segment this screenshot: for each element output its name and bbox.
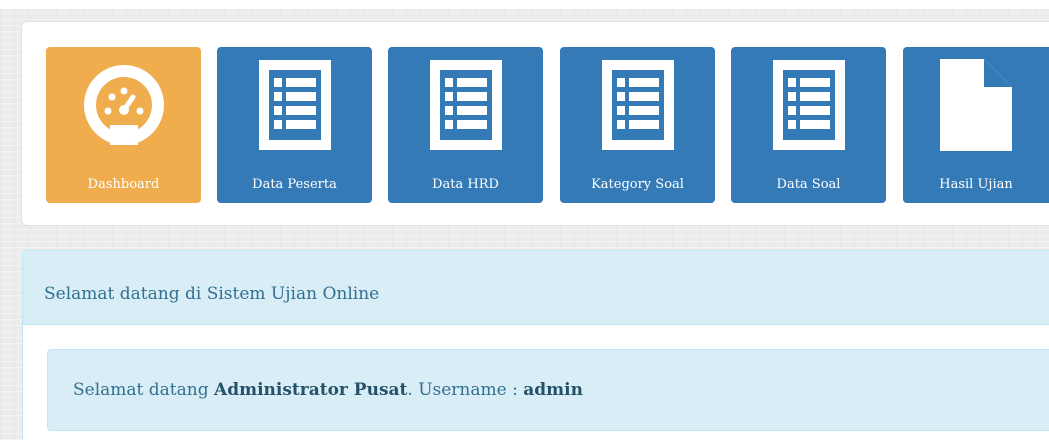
tile-label: Hasil Ujian xyxy=(939,177,1013,192)
tile-hasil-ujian[interactable]: Hasil Ujian xyxy=(903,47,1049,203)
welcome-message: Selamat datang Administrator Pusat. User… xyxy=(73,379,583,401)
top-strip xyxy=(0,0,1049,9)
list-icon xyxy=(731,55,886,155)
welcome-middle: . Username : xyxy=(407,380,524,400)
welcome-alert: Selamat datang Administrator Pusat. User… xyxy=(47,349,1049,431)
welcome-panel-heading: Selamat datang di Sistem Ujian Online xyxy=(23,251,1049,325)
welcome-panel: Selamat datang di Sistem Ujian Online Se… xyxy=(22,250,1049,440)
username-value: admin xyxy=(523,380,583,400)
dashboard-gauge-icon xyxy=(46,55,201,155)
list-icon xyxy=(388,55,543,155)
tile-data-soal[interactable]: Data Soal xyxy=(731,47,886,203)
tile-dashboard[interactable]: Dashboard xyxy=(46,47,201,203)
tile-data-peserta[interactable]: Data Peserta xyxy=(217,47,372,203)
tile-label: Data Peserta xyxy=(252,177,337,192)
tile-label: Kategory Soal xyxy=(591,177,684,192)
tile-kategory-soal[interactable]: Kategory Soal xyxy=(560,47,715,203)
user-full-name: Administrator Pusat xyxy=(214,380,408,400)
tile-data-hrd[interactable]: Data HRD xyxy=(388,47,543,203)
file-icon xyxy=(903,55,1049,155)
tile-label: Dashboard xyxy=(87,177,160,192)
list-icon xyxy=(560,55,715,155)
list-icon xyxy=(217,55,372,155)
tile-label: Data Soal xyxy=(776,177,841,192)
tile-label: Data HRD xyxy=(432,177,499,192)
welcome-prefix: Selamat datang xyxy=(73,380,214,400)
welcome-heading-text: Selamat datang di Sistem Ujian Online xyxy=(44,284,380,304)
